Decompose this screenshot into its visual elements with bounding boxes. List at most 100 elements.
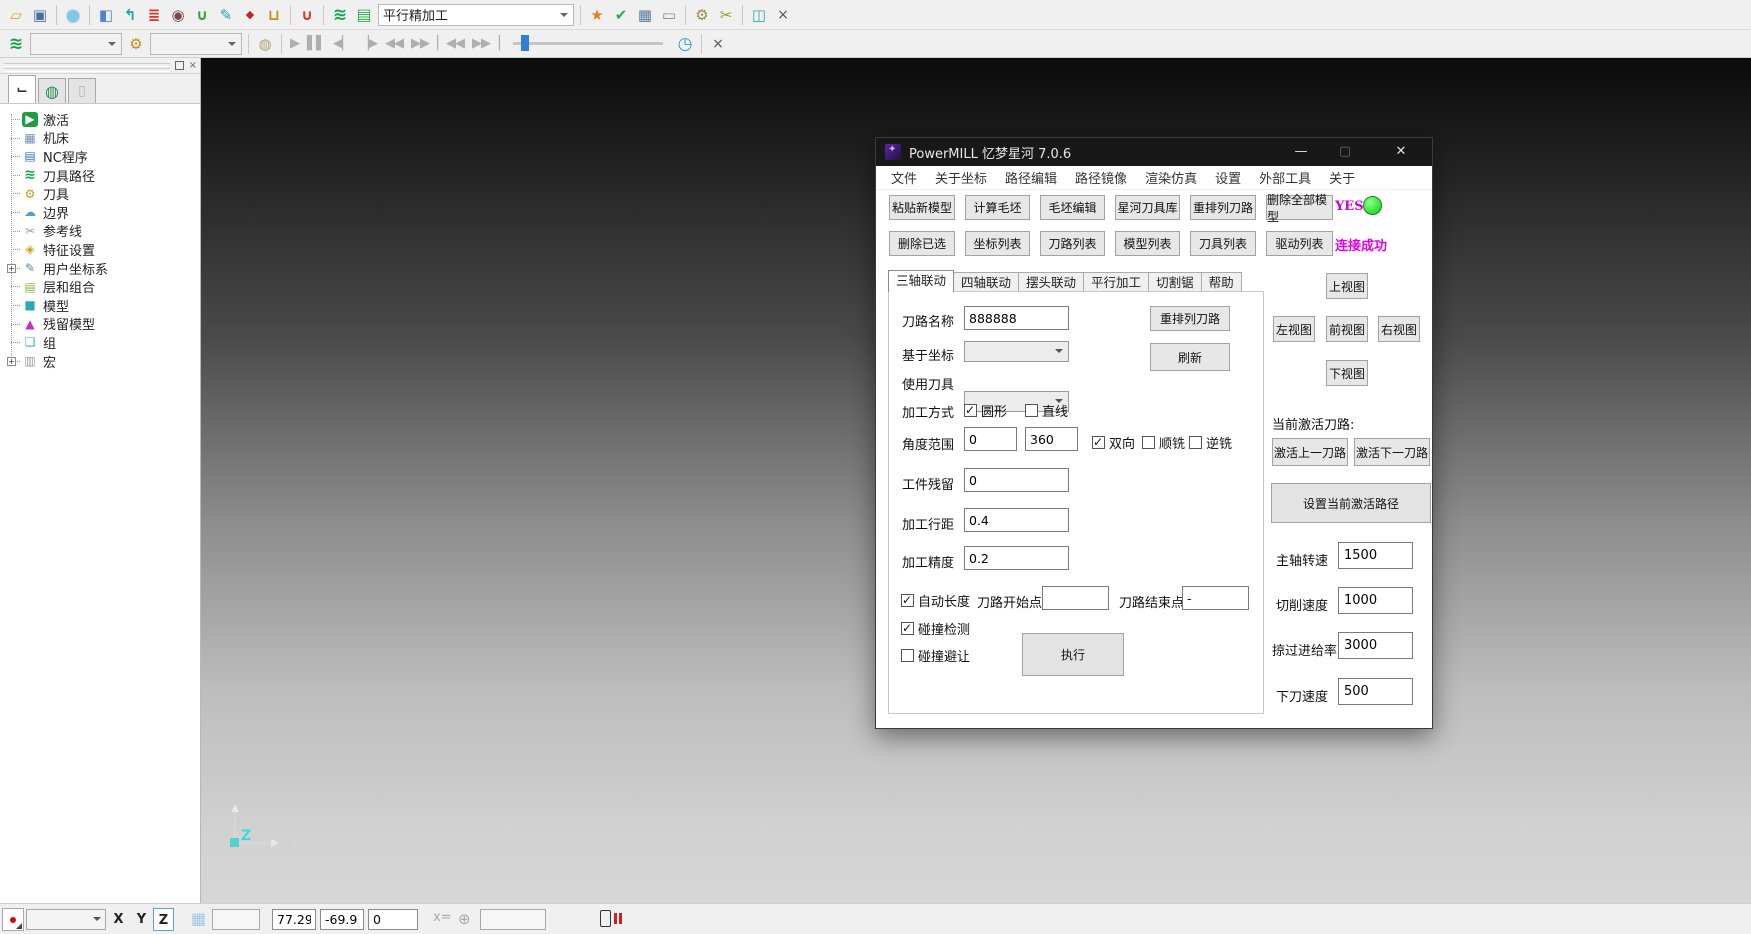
menu-file[interactable]: 文件 xyxy=(882,168,926,187)
mode-circular-checkbox[interactable]: 圆形 xyxy=(964,401,1007,420)
powermill-toolpath-icon[interactable] xyxy=(5,33,27,55)
tree-item-activate[interactable]: 激活 xyxy=(0,110,200,129)
set-active-path-button[interactable]: 设置当前激活路径 xyxy=(1271,483,1431,523)
panel-grip[interactable]: × xyxy=(0,58,200,74)
coord-list-button[interactable]: 坐标列表 xyxy=(965,231,1030,256)
mode-linear-checkbox[interactable]: 直线 xyxy=(1025,401,1068,420)
expand-icon[interactable]: + xyxy=(7,264,16,273)
angle-to-input[interactable] xyxy=(1025,427,1078,451)
simulation-speed-slider[interactable] xyxy=(513,42,663,45)
tree-item-patterns[interactable]: 参考线 xyxy=(0,222,200,241)
grid-icon[interactable]: ▦ xyxy=(186,908,211,931)
axis-z-button[interactable]: Z xyxy=(153,908,174,931)
tool-select-icon[interactable] xyxy=(125,33,147,55)
close-toolbar-icon[interactable] xyxy=(707,33,729,55)
pause-icon[interactable]: ▌▌ xyxy=(303,36,329,51)
statusbar-dropdown[interactable] xyxy=(26,909,106,930)
coord-z-field[interactable] xyxy=(368,909,418,930)
holder-icon[interactable] xyxy=(191,4,213,26)
maximize-button[interactable]: ▢ xyxy=(1328,138,1362,166)
tree-item-workplanes[interactable]: +用户坐标系 xyxy=(0,259,200,278)
model-list-button[interactable]: 模型列表 xyxy=(1115,231,1180,256)
open-project-icon[interactable] xyxy=(5,4,27,26)
stock-left-input[interactable] xyxy=(964,468,1069,492)
star-toollib-icon[interactable] xyxy=(586,4,608,26)
activate-prev-toolpath-button[interactable]: 激活上一刀路 xyxy=(1272,438,1348,466)
tool-library-button[interactable]: 星河刀具库 xyxy=(1115,195,1180,220)
pattern-icon[interactable] xyxy=(239,4,261,26)
tool-list-button[interactable]: 刀具列表 xyxy=(1190,231,1256,256)
play-icon[interactable]: ▶ xyxy=(286,36,303,51)
menu-external-tools[interactable]: 外部工具 xyxy=(1250,168,1320,187)
end-point-input[interactable] xyxy=(1182,586,1249,610)
slider-handle[interactable] xyxy=(521,35,529,51)
start-point-input[interactable] xyxy=(1042,586,1109,610)
ball-tool-icon[interactable] xyxy=(167,4,189,26)
view-left-button[interactable]: 左视图 xyxy=(1273,316,1315,342)
step-forward-icon[interactable]: ▕▶ xyxy=(355,36,381,51)
grid-size-field[interactable] xyxy=(212,909,260,930)
tab-recycle-bin[interactable] xyxy=(68,78,96,103)
toolpath-select-dropdown[interactable] xyxy=(30,33,122,55)
view-top-button[interactable]: 上视图 xyxy=(1326,273,1368,299)
menu-about-coords[interactable]: 关于坐标 xyxy=(926,168,996,187)
base-coord-dropdown[interactable] xyxy=(964,341,1069,362)
tool-select-dropdown[interactable] xyxy=(150,33,242,55)
coord-x-field[interactable] xyxy=(272,909,316,930)
axis-y-button[interactable]: Y xyxy=(131,908,152,931)
tree-item-toolpaths[interactable]: 刀具路径 xyxy=(0,166,200,185)
xyz-list-icon[interactable]: x= xyxy=(433,910,452,925)
models-icon[interactable] xyxy=(748,4,770,26)
fast-forward-icon[interactable]: ▶▶ xyxy=(407,36,433,51)
close-panel-icon[interactable]: × xyxy=(189,60,197,71)
tree-item-machine[interactable]: 机床 xyxy=(0,129,200,148)
drive-list-button[interactable]: 驱动列表 xyxy=(1266,231,1333,256)
menu-path-mirror[interactable]: 路径镜像 xyxy=(1066,168,1136,187)
leads-red-icon[interactable] xyxy=(296,4,318,26)
reorder-toolpath-button[interactable]: 重排列刀路 xyxy=(1190,195,1256,220)
menu-render-sim[interactable]: 渲染仿真 xyxy=(1136,168,1206,187)
go-start-icon[interactable]: ▏◀◀ xyxy=(433,36,468,51)
toolpath-list-icon[interactable] xyxy=(353,4,375,26)
ruler-icon[interactable] xyxy=(658,4,680,26)
toolpath-name-input[interactable] xyxy=(964,306,1069,330)
menu-path-edit[interactable]: 路径编辑 xyxy=(996,168,1066,187)
climb-mill-checkbox[interactable]: 顺铣 xyxy=(1142,433,1185,452)
verify-icon[interactable] xyxy=(610,4,632,26)
tab-swivel-head[interactable]: 摆头联动 xyxy=(1018,272,1084,292)
calc-stock-button[interactable]: 计算毛坯 xyxy=(965,195,1030,220)
minimize-button[interactable]: — xyxy=(1284,138,1318,166)
z-limits-icon[interactable] xyxy=(143,4,165,26)
stepover-input[interactable] xyxy=(964,508,1069,532)
step-back-icon[interactable]: ◀▏ xyxy=(329,36,355,51)
bidirectional-checkbox[interactable]: 双向 xyxy=(1092,433,1135,452)
collision-avoid-checkbox[interactable]: 碰撞避让 xyxy=(901,646,970,665)
go-end-icon[interactable]: ▶▶▕ xyxy=(468,36,503,51)
tree-item-stock-models[interactable]: 残留模型 xyxy=(0,315,200,334)
spindle-speed-input[interactable] xyxy=(1338,542,1413,569)
paste-new-model-button[interactable]: 粘贴新模型 xyxy=(889,195,955,220)
shaded-view-icon[interactable] xyxy=(62,4,84,26)
plunge-feed-input[interactable] xyxy=(1338,678,1413,705)
axis-x-button[interactable]: X xyxy=(108,908,129,931)
tree-item-models[interactable]: 模型 xyxy=(0,296,200,315)
calculator-icon[interactable] xyxy=(634,4,656,26)
rewind-icon[interactable]: ◀◀ xyxy=(381,36,407,51)
tree-item-nc-programs[interactable]: NC程序 xyxy=(0,147,200,166)
lamp-icon[interactable] xyxy=(254,33,276,55)
close-toolbar-icon[interactable] xyxy=(772,4,794,26)
tab-web-globe[interactable] xyxy=(38,78,66,103)
powermill-toolpath-icon[interactable] xyxy=(329,4,351,26)
tree-item-macros[interactable]: +宏 xyxy=(0,352,200,371)
view-front-button[interactable]: 前视图 xyxy=(1326,316,1368,342)
view-bottom-button[interactable]: 下视图 xyxy=(1326,360,1368,386)
menu-about[interactable]: 关于 xyxy=(1320,168,1364,187)
active-strategy-dropdown[interactable]: 平行精加工 xyxy=(378,4,574,26)
curve-editor-icon[interactable] xyxy=(215,4,237,26)
tolerance-input[interactable] xyxy=(964,546,1069,570)
tool-block-icon[interactable] xyxy=(263,4,285,26)
tab-3axis[interactable]: 三轴联动 xyxy=(888,270,954,292)
execute-button[interactable]: 执行 xyxy=(1022,633,1124,676)
conventional-mill-checkbox[interactable]: 逆铣 xyxy=(1189,433,1232,452)
tab-4axis[interactable]: 四轴联动 xyxy=(953,272,1019,292)
